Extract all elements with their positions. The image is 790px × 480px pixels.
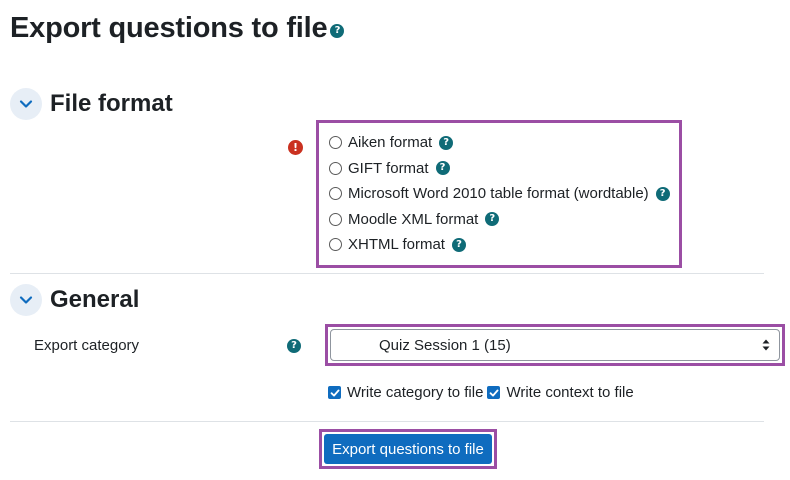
section-divider: [10, 273, 764, 274]
required-icon: !: [288, 140, 303, 155]
format-option-wordtable[interactable]: Microsoft Word 2010 table format (wordta…: [329, 181, 679, 207]
radio-moodle-xml[interactable]: [329, 212, 342, 226]
submit-highlight: Export questions to file: [319, 429, 497, 469]
export-questions-button[interactable]: Export questions to file: [324, 434, 492, 464]
help-icon[interactable]: ?: [439, 135, 454, 150]
file-format-collapse-toggle[interactable]: [10, 88, 42, 120]
format-option-xhtml[interactable]: XHTML format ?: [329, 232, 679, 258]
help-icon[interactable]: ?: [451, 237, 466, 252]
export-category-select-wrap: Quiz Session 1 (15): [325, 324, 785, 366]
help-icon[interactable]: ?: [485, 212, 500, 227]
form-divider: [10, 421, 764, 422]
export-category-label: Export category: [34, 337, 140, 354]
page-title: Export questions to file ?: [10, 8, 345, 48]
radio-wordtable[interactable]: [329, 187, 342, 201]
chevron-down-icon: [19, 100, 33, 108]
format-option-label[interactable]: Microsoft Word 2010 table format (wordta…: [348, 185, 649, 202]
check-icon: [330, 389, 339, 396]
format-option-label[interactable]: XHTML format: [348, 236, 445, 253]
up-down-arrows-icon: [762, 339, 770, 351]
write-category-checkbox[interactable]: [328, 386, 341, 399]
format-option-moodle-xml[interactable]: Moodle XML format ?: [329, 207, 679, 233]
format-option-label[interactable]: Moodle XML format: [348, 211, 478, 228]
general-collapse-toggle[interactable]: [10, 284, 42, 316]
format-option-aiken[interactable]: Aiken format ?: [329, 130, 679, 156]
file-format-options: Aiken format ? GIFT format ? Microsoft W…: [316, 120, 682, 268]
export-category-value: Quiz Session 1 (15): [379, 336, 511, 354]
page-title-text: Export questions to file: [10, 12, 328, 44]
help-icon[interactable]: ?: [655, 186, 670, 201]
help-icon[interactable]: ?: [435, 161, 450, 176]
format-option-label[interactable]: GIFT format: [348, 160, 429, 177]
format-option-label[interactable]: Aiken format: [348, 134, 432, 151]
export-category-select[interactable]: Quiz Session 1 (15): [330, 329, 780, 361]
general-section-title: General: [50, 286, 140, 313]
export-options-checkboxes: Write category to file Write context to …: [328, 384, 638, 401]
file-format-section-title: File format: [50, 90, 173, 117]
radio-gift[interactable]: [329, 161, 342, 175]
chevron-down-icon: [19, 296, 33, 304]
format-option-gift[interactable]: GIFT format ?: [329, 156, 679, 182]
title-help-icon[interactable]: ?: [330, 24, 345, 38]
export-category-help-icon[interactable]: ?: [287, 339, 301, 353]
write-category-label[interactable]: Write category to file: [347, 384, 483, 401]
radio-aiken[interactable]: [329, 136, 342, 150]
general-section-header[interactable]: General: [10, 284, 139, 316]
file-format-section-header[interactable]: File format: [10, 88, 173, 120]
write-context-checkbox[interactable]: [487, 386, 501, 399]
check-icon: [489, 389, 499, 396]
radio-xhtml[interactable]: [329, 238, 342, 252]
write-context-label[interactable]: Write context to file: [506, 384, 633, 401]
